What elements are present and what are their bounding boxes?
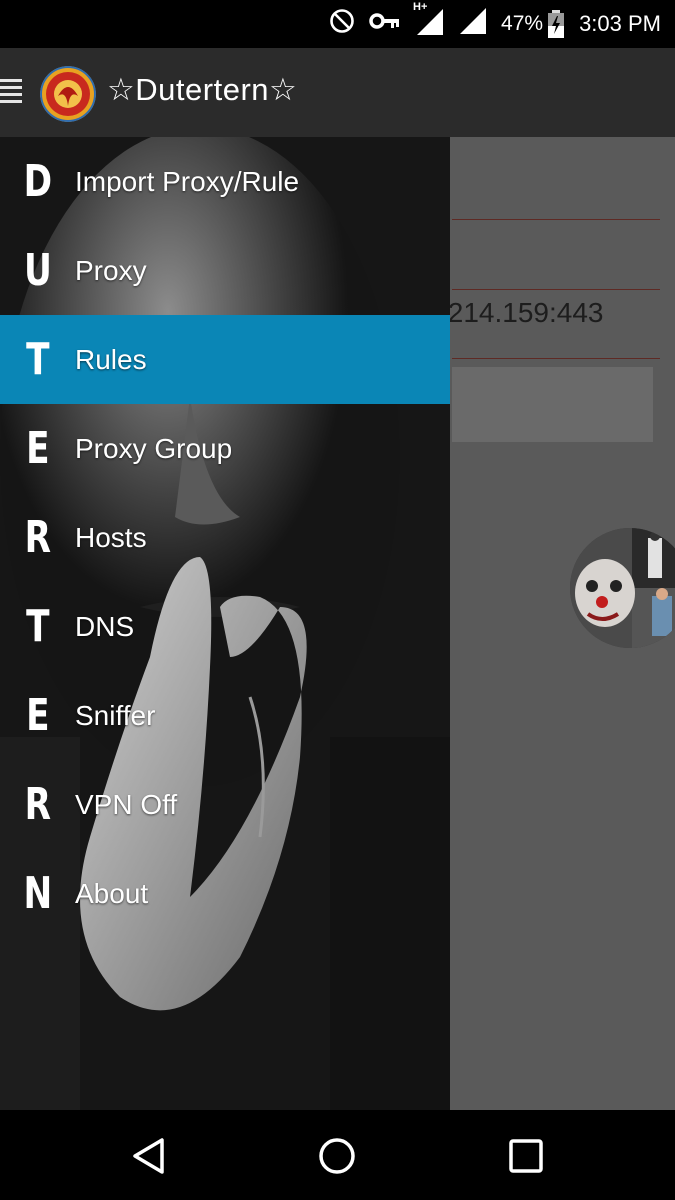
profile-avatar[interactable] — [570, 528, 675, 648]
drawer-item-label: Proxy — [75, 254, 147, 286]
app-title: ☆Dutertern☆ — [107, 72, 298, 107]
network-type-label: H+ — [413, 1, 428, 13]
drawer-item-dns[interactable]: T DNS — [0, 582, 450, 671]
drawer-item-letter: D — [23, 156, 52, 207]
drawer-item-label: DNS — [75, 610, 135, 642]
drawer-item-label: Hosts — [75, 521, 147, 553]
drawer-item-import-proxy-rule[interactable]: D Import Proxy/Rule — [0, 137, 450, 226]
drawer-item-letter: R — [24, 512, 51, 563]
navigation-drawer: D Import Proxy/Rule U Proxy T Rules E Pr… — [0, 137, 450, 1110]
drawer-item-letter: T — [26, 334, 49, 385]
clock: 3:03 PM — [579, 11, 661, 36]
wifi-signal-icon — [459, 7, 487, 41]
recents-square-icon[interactable] — [504, 1134, 548, 1178]
hamburger-icon[interactable] — [0, 79, 22, 103]
action-button[interactable] — [452, 367, 653, 442]
drawer-item-label: VPN Off — [75, 788, 178, 820]
battery-icon — [548, 10, 565, 38]
drawer-item-letter: R — [24, 779, 51, 830]
drawer-item-letter: U — [23, 245, 52, 296]
app-bar: ☆Dutertern☆ — [0, 48, 675, 137]
status-bar: H+ 47% 3:03 PM — [0, 0, 675, 48]
drawer-menu: D Import Proxy/Rule U Proxy T Rules E Pr… — [0, 137, 450, 938]
drawer-item-hosts[interactable]: R Hosts — [0, 493, 450, 582]
drawer-item-label: Sniffer — [75, 699, 156, 731]
drawer-item-proxy-group[interactable]: E Proxy Group — [0, 404, 450, 493]
drawer-item-label: About — [75, 877, 149, 909]
drawer-item-label: Import Proxy/Rule — [75, 165, 300, 197]
do-not-disturb-icon — [329, 8, 355, 40]
drawer-item-rules[interactable]: T Rules — [0, 315, 450, 404]
drawer-item-about[interactable]: N About — [0, 849, 450, 938]
app-logo — [40, 66, 96, 122]
drawer-item-letter: N — [23, 868, 53, 919]
drawer-item-sniffer[interactable]: E Sniffer — [0, 671, 450, 760]
battery-percent: 47% — [501, 12, 544, 35]
drawer-item-proxy[interactable]: U Proxy — [0, 226, 450, 315]
drawer-item-letter: E — [26, 423, 49, 474]
home-circle-icon[interactable] — [315, 1134, 359, 1178]
drawer-item-letter: E — [26, 690, 49, 741]
drawer-item-vpn-off[interactable]: R VPN Off — [0, 760, 450, 849]
drawer-item-letter: T — [26, 601, 49, 652]
system-nav-bar — [0, 1110, 675, 1200]
divider — [452, 358, 660, 359]
drawer-item-label: Proxy Group — [75, 432, 233, 464]
back-triangle-icon[interactable] — [128, 1134, 172, 1178]
battery-indicator: 47% — [501, 10, 565, 38]
proxy-address-text: .214.159:443 — [440, 297, 604, 328]
divider — [452, 289, 660, 290]
divider — [452, 219, 660, 220]
vpn-key-icon — [369, 11, 401, 37]
mobile-signal-icon: H+ — [413, 1, 445, 41]
drawer-item-label: Rules — [75, 343, 147, 375]
